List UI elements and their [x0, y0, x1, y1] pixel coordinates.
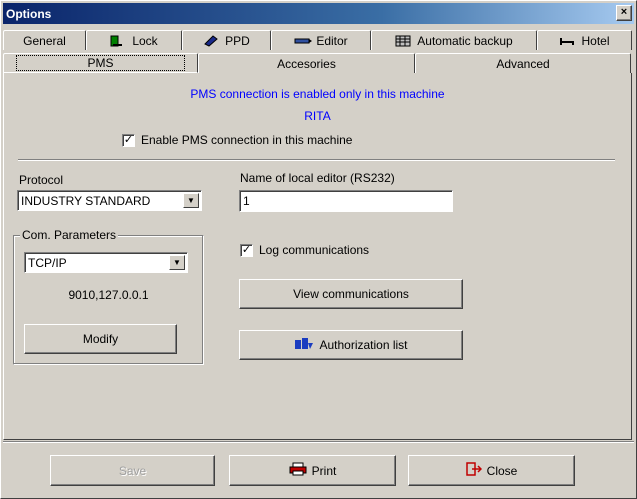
backup-icon: [395, 35, 411, 47]
editor-icon: [294, 35, 313, 47]
modify-button[interactable]: Modify: [24, 324, 177, 354]
tab-row-2: PMS Accesories Advanced: [3, 53, 631, 73]
window-title: Options: [6, 6, 52, 21]
tab-advanced[interactable]: Advanced: [415, 53, 631, 73]
protocol-label: Protocol: [19, 173, 64, 187]
pms-panel: PMS connection is enabled only in this m…: [3, 73, 632, 440]
close-button[interactable]: Close: [408, 455, 575, 486]
pms-info-line: PMS connection is enabled only in this m…: [190, 87, 445, 101]
authorization-list-button[interactable]: Authorization list: [239, 330, 463, 360]
save-label: Save: [118, 463, 147, 478]
tab-ppd-label: PPD: [225, 33, 250, 48]
printer-icon: [289, 462, 307, 479]
footer-divider: [3, 441, 634, 443]
tab-automatic-backup[interactable]: Automatic backup: [371, 30, 537, 50]
tab-editor-label: Editor: [316, 33, 348, 48]
tab-lock-label: Lock: [132, 33, 158, 48]
tab-accesories[interactable]: Accesories: [198, 53, 415, 73]
print-label: Print: [311, 463, 337, 478]
tab-accesories-label: Accesories: [277, 56, 336, 71]
tab-general[interactable]: General: [3, 30, 86, 50]
enable-pms-row[interactable]: ✓ Enable PMS connection in this machine: [122, 133, 352, 147]
tab-row-1: General Lock PPD Editor Automatic backup: [3, 30, 632, 50]
close-icon: ×: [620, 6, 628, 18]
com-parameters-title: Com. Parameters: [20, 228, 119, 242]
bed-icon: [559, 35, 575, 47]
view-communications-label: View communications: [293, 287, 409, 301]
log-communications-label: Log communications: [259, 243, 370, 257]
enable-pms-label: Enable PMS connection in this machine: [141, 133, 353, 147]
tab-hotel-label: Hotel: [581, 33, 610, 48]
tab-editor[interactable]: Editor: [271, 30, 371, 50]
tab-advanced-label: Advanced: [496, 56, 550, 71]
protocol-select[interactable]: INDUSTRY STANDARD ▼: [17, 190, 202, 211]
com-type-value: TCP/IP: [28, 255, 67, 270]
ppd-icon: [203, 34, 219, 47]
tab-general-label: General: [23, 33, 66, 48]
print-button[interactable]: Print: [229, 455, 396, 486]
tab-pms-label: PMS: [16, 55, 185, 71]
authorization-list-label: Authorization list: [319, 338, 408, 352]
save-button[interactable]: Save: [50, 455, 215, 486]
local-editor-value: 1: [243, 194, 250, 208]
view-communications-button[interactable]: View communications: [239, 279, 463, 309]
title-bar: Options ×: [3, 3, 634, 24]
com-address: 9010,127.0.0.1: [68, 288, 149, 302]
tab-hotel[interactable]: Hotel: [537, 30, 632, 50]
chevron-down-icon[interactable]: ▼: [169, 255, 185, 270]
lock-icon: [110, 35, 126, 47]
log-communications-checkbox[interactable]: ✓: [240, 243, 253, 257]
protocol-value: INDUSTRY STANDARD: [21, 193, 151, 208]
com-parameters-group: Com. Parameters TCP/IP ▼ 9010,127.0.0.1 …: [13, 228, 204, 365]
close-window-button[interactable]: ×: [616, 5, 632, 21]
local-editor-label: Name of local editor (RS232): [240, 171, 395, 185]
exit-icon: [465, 462, 482, 479]
options-window: Options × General Lock PPD Editor Automa…: [0, 0, 637, 499]
modify-label: Modify: [82, 332, 119, 346]
divider: [18, 159, 615, 161]
tab-ppd[interactable]: PPD: [182, 30, 271, 50]
close-label: Close: [486, 463, 518, 478]
tab-lock[interactable]: Lock: [86, 30, 182, 50]
enable-pms-checkbox[interactable]: ✓: [122, 133, 135, 147]
tab-automatic-backup-label: Automatic backup: [417, 33, 513, 48]
local-editor-input[interactable]: 1: [239, 190, 453, 212]
log-communications-row[interactable]: ✓ Log communications: [240, 243, 369, 257]
chevron-down-icon[interactable]: ▼: [183, 193, 199, 208]
pms-machine-name: RITA: [304, 109, 331, 123]
com-type-select[interactable]: TCP/IP ▼: [24, 252, 188, 273]
tab-pms[interactable]: PMS: [3, 53, 198, 73]
authorization-list-icon: [294, 337, 314, 354]
